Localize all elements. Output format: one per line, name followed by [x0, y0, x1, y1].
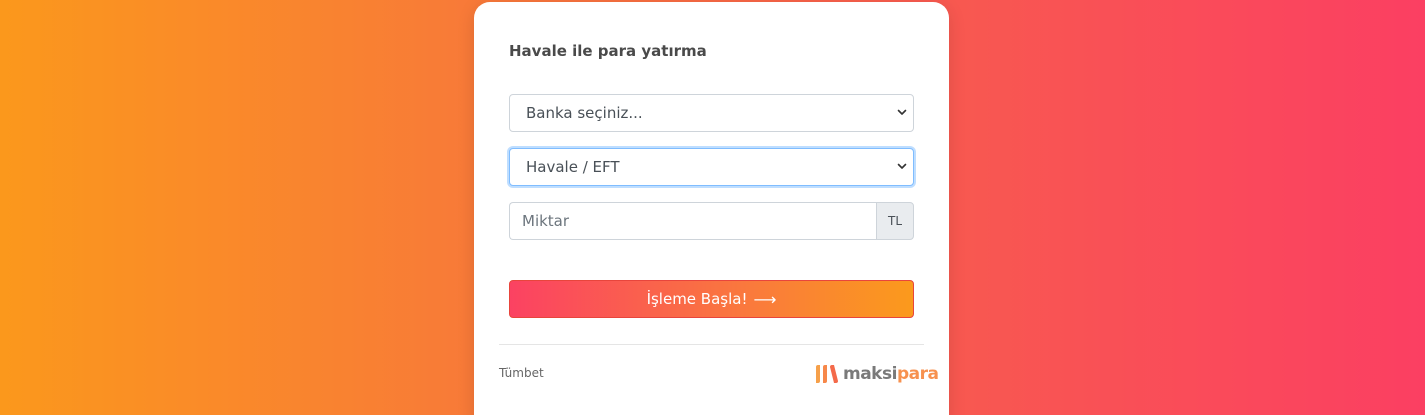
footer-divider: [499, 344, 924, 345]
deposit-card: Havale ile para yatırma Banka seçiniz...…: [474, 2, 949, 415]
brand-name: maksipara: [843, 364, 939, 384]
payment-method-value: Havale / EFT: [526, 158, 620, 176]
bank-select-value: Banka seçiniz...: [526, 104, 643, 122]
chevron-down-icon: [897, 109, 907, 115]
start-transaction-button[interactable]: İşleme Başla! ⟶: [509, 280, 914, 318]
payment-method-select[interactable]: Havale / EFT: [509, 148, 914, 186]
chevron-down-icon: [897, 163, 907, 169]
currency-addon: TL: [876, 202, 914, 240]
submit-label: İşleme Başla!: [646, 290, 748, 308]
brand-prefix: maksi: [843, 364, 897, 384]
site-name: Tümbet: [499, 366, 544, 380]
brand-mark-icon: [816, 365, 838, 383]
amount-input[interactable]: [509, 202, 876, 240]
bank-select[interactable]: Banka seçiniz...: [509, 94, 914, 132]
amount-input-group: TL: [509, 202, 914, 240]
arrow-right-icon: ⟶: [753, 289, 777, 309]
form-title: Havale ile para yatırma: [509, 42, 707, 60]
brand-logo: maksipara: [814, 363, 939, 385]
brand-suffix: para: [896, 364, 939, 384]
